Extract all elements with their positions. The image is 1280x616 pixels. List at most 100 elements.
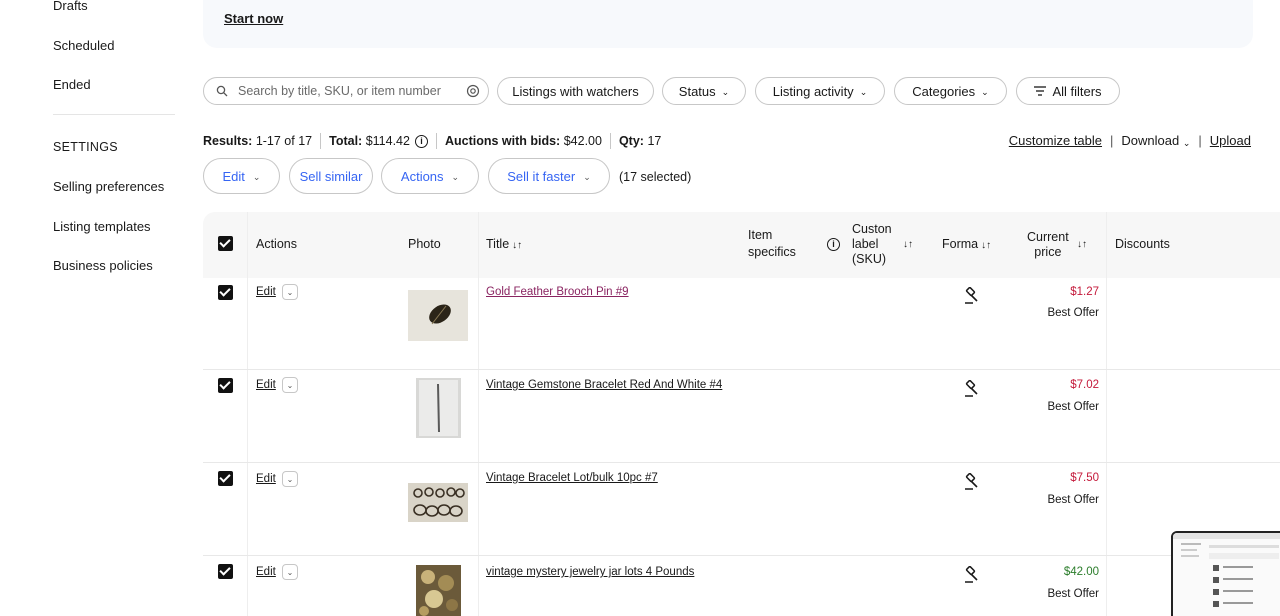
auction-gavel-icon: [965, 566, 978, 583]
listings-with-watchers-filter[interactable]: Listings with watchers: [497, 77, 654, 105]
column-header-custom-label[interactable]: Custon label (SKU): [852, 222, 892, 267]
listing-title-link[interactable]: Vintage Gemstone Bracelet Red And White …: [486, 379, 722, 391]
edit-menu-button[interactable]: Edit ⌄: [203, 158, 280, 194]
sort-icon[interactable]: ↓↑: [903, 237, 913, 252]
chevron-down-icon[interactable]: ⌄: [282, 284, 298, 300]
status-filter[interactable]: Status ⌄: [662, 77, 746, 105]
search-icon: [216, 84, 230, 98]
results-summary: Results: 1-17 of 17 Total: $114.42 i Auc…: [203, 133, 661, 149]
column-header-discounts: Discounts: [1115, 237, 1170, 251]
sort-icon: ↓↑: [981, 240, 992, 251]
actions-menu-button[interactable]: Actions ⌄: [381, 158, 479, 194]
listing-title-link[interactable]: Gold Feather Brooch Pin #9: [486, 286, 629, 298]
auctions-value: $42.00: [563, 134, 602, 148]
column-header-actions: Actions: [256, 237, 297, 251]
status-label: Status: [678, 83, 716, 99]
categories-label: Categories: [912, 83, 976, 99]
auction-gavel-icon: [965, 287, 978, 304]
listing-photo[interactable]: [408, 483, 468, 522]
current-price: $7.02: [1070, 379, 1099, 391]
listing-title-link[interactable]: Vintage Bracelet Lot/bulk 10pc #7: [486, 472, 658, 484]
listing-photo[interactable]: [416, 378, 461, 438]
chevron-down-icon: ⌄: [981, 86, 989, 97]
sidebar-divider: [53, 114, 175, 115]
seller-hub-listings-page: Drafts Scheduled Ended SETTINGS Selling …: [0, 0, 1280, 616]
all-filters-button[interactable]: All filters: [1016, 77, 1120, 105]
row-checkbox[interactable]: [218, 564, 233, 579]
row-edit-link[interactable]: Edit: [256, 286, 276, 298]
start-now-link[interactable]: Start now: [224, 11, 283, 26]
column-header-photo: Photo: [408, 237, 441, 251]
filter-lines-icon: [1034, 84, 1047, 99]
custom-label-header-line3: (SKU): [852, 252, 887, 266]
sidebar-item-listing-templates[interactable]: Listing templates: [53, 219, 151, 234]
row-checkbox[interactable]: [218, 378, 233, 393]
row-edit-link[interactable]: Edit: [256, 379, 276, 391]
download-menu[interactable]: Download ⌄: [1121, 133, 1190, 148]
item-specifics-header-line1: Item: [748, 228, 773, 242]
total-label: Total:: [329, 134, 363, 148]
chevron-down-icon[interactable]: ⌄: [282, 564, 298, 580]
upload-link[interactable]: Upload: [1210, 133, 1251, 148]
sidebar-item-business-policies[interactable]: Business policies: [53, 258, 153, 273]
custom-label-header-line2: label: [852, 237, 879, 251]
chevron-down-icon: ⌄: [721, 86, 730, 97]
custom-label-header-line1: Custon: [852, 222, 892, 236]
best-offer-label: Best Offer: [1047, 494, 1099, 506]
column-header-item-specifics: Item specifics: [748, 228, 796, 260]
info-icon[interactable]: i: [414, 134, 428, 148]
sidebar-settings-heading: SETTINGS: [53, 140, 118, 154]
customize-table-link[interactable]: Customize table: [1009, 133, 1102, 148]
column-header-format[interactable]: Forma ↓↑: [942, 237, 991, 253]
sidebar: Drafts Scheduled Ended SETTINGS Selling …: [0, 0, 180, 616]
row-checkbox[interactable]: [218, 285, 233, 300]
column-header-current-price[interactable]: Current price: [1027, 230, 1069, 260]
row-checkbox[interactable]: [218, 471, 233, 486]
sell-similar-button[interactable]: Sell similar: [289, 158, 373, 194]
promo-banner: Start now: [203, 0, 1253, 48]
listing-title-link[interactable]: vintage mystery jewelry jar lots 4 Pound…: [486, 566, 694, 578]
sidebar-item-selling-preferences[interactable]: Selling preferences: [53, 179, 164, 194]
current-price-header-line2: price: [1034, 245, 1062, 259]
sidebar-item-scheduled[interactable]: Scheduled: [53, 38, 114, 53]
edit-label: Edit: [222, 168, 245, 184]
listing-activity-filter[interactable]: Listing activity ⌄: [755, 77, 885, 105]
listing-photo[interactable]: [416, 565, 461, 616]
current-price-header-line1: Current: [1027, 230, 1069, 244]
row-edit-link[interactable]: Edit: [256, 566, 276, 578]
chevron-down-icon[interactable]: ⌄: [282, 471, 298, 487]
sell-similar-label: Sell similar: [299, 168, 363, 184]
auction-gavel-icon: [965, 380, 978, 397]
current-price: $1.27: [1070, 286, 1099, 298]
sidebar-item-ended[interactable]: Ended: [53, 77, 91, 92]
info-icon[interactable]: i: [827, 238, 840, 251]
download-label: Download: [1121, 133, 1180, 148]
best-offer-label: Best Offer: [1047, 307, 1099, 319]
categories-filter[interactable]: Categories ⌄: [894, 77, 1007, 105]
chevron-down-icon: ⌄: [859, 86, 868, 97]
sidebar-item-drafts[interactable]: Drafts: [53, 0, 88, 13]
qty-value: 17: [647, 134, 662, 148]
best-offer-label: Best Offer: [1047, 401, 1099, 413]
current-price: $7.50: [1070, 472, 1099, 484]
row-edit-link[interactable]: Edit: [256, 473, 276, 485]
chevron-down-icon[interactable]: ⌄: [282, 377, 298, 393]
listings-with-watchers-label: Listings with watchers: [512, 83, 639, 99]
item-specifics-header-line2: specifics: [748, 245, 796, 259]
sell-it-faster-button[interactable]: Sell it faster ⌄: [488, 158, 610, 194]
sort-icon[interactable]: ↓↑: [1077, 237, 1087, 252]
search-box[interactable]: [203, 77, 489, 105]
camera-scan-icon[interactable]: [466, 84, 480, 98]
chevron-down-icon: ⌄: [1182, 138, 1191, 148]
search-input[interactable]: [238, 84, 466, 98]
selected-count: (17 selected): [619, 170, 692, 184]
all-filters-label: All filters: [1052, 83, 1102, 99]
screenshot-preview-thumbnail[interactable]: [1171, 531, 1280, 616]
sell-it-faster-label: Sell it faster: [507, 168, 576, 184]
chevron-down-icon: ⌄: [583, 171, 591, 182]
qty-label: Qty:: [618, 134, 644, 148]
column-header-title[interactable]: Title ↓↑: [486, 237, 522, 253]
title-header-label: Title: [486, 237, 510, 251]
listing-photo[interactable]: [408, 290, 468, 341]
select-all-checkbox[interactable]: [218, 236, 233, 251]
